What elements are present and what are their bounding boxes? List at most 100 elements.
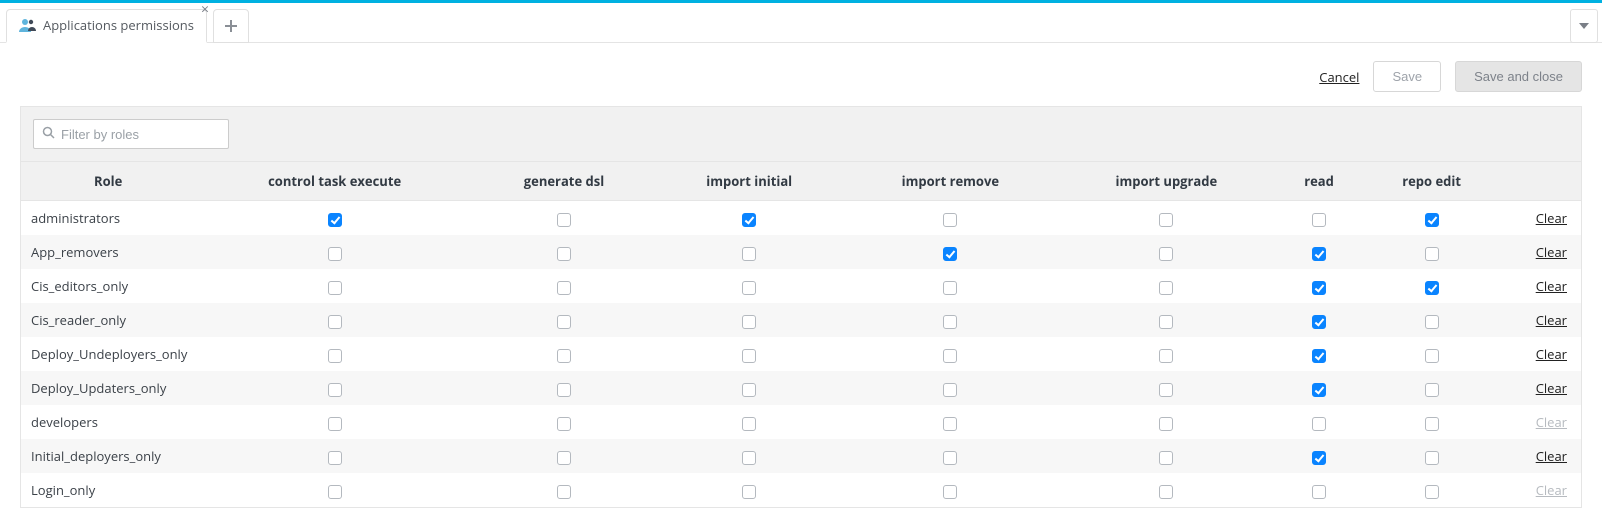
perm-checkbox[interactable]: [943, 485, 957, 499]
perm-checkbox[interactable]: [557, 383, 571, 397]
perm-cell: [1056, 371, 1276, 405]
perm-checkbox[interactable]: [943, 383, 957, 397]
clear-link[interactable]: Clear: [1536, 243, 1567, 261]
perm-checkbox[interactable]: [557, 485, 571, 499]
perm-checkbox[interactable]: [742, 485, 756, 499]
perm-checkbox[interactable]: [557, 213, 571, 227]
perm-checkbox[interactable]: [1159, 349, 1173, 363]
clear-link[interactable]: Clear: [1536, 379, 1567, 397]
perm-checkbox[interactable]: [742, 281, 756, 295]
save-and-close-button[interactable]: Save and close: [1455, 61, 1582, 92]
save-button[interactable]: Save: [1373, 61, 1441, 92]
perm-checkbox[interactable]: [742, 417, 756, 431]
perm-checkbox[interactable]: [1425, 451, 1439, 465]
perm-checkbox[interactable]: [742, 315, 756, 329]
table-row: Cis_editors_onlyClear: [21, 269, 1582, 303]
perm-checkbox[interactable]: [1312, 485, 1326, 499]
close-icon[interactable]: ×: [198, 4, 212, 18]
perm-checkbox[interactable]: [328, 451, 342, 465]
perm-checkbox[interactable]: [943, 281, 957, 295]
perm-cell: [1276, 337, 1361, 371]
perm-cell: [474, 337, 654, 371]
perm-checkbox[interactable]: [1425, 213, 1439, 227]
perm-checkbox[interactable]: [557, 417, 571, 431]
perm-checkbox[interactable]: [328, 349, 342, 363]
perm-checkbox[interactable]: [943, 247, 957, 261]
perm-checkbox[interactable]: [557, 281, 571, 295]
perm-cell: [844, 473, 1056, 508]
tabs-overflow-button[interactable]: [1570, 9, 1598, 43]
perm-checkbox[interactable]: [1159, 383, 1173, 397]
perm-checkbox[interactable]: [1425, 417, 1439, 431]
perm-checkbox[interactable]: [742, 247, 756, 261]
perm-cell: [474, 405, 654, 439]
perm-checkbox[interactable]: [1312, 281, 1326, 295]
perm-checkbox[interactable]: [1425, 281, 1439, 295]
perm-cell: [1276, 405, 1361, 439]
clear-link[interactable]: Clear: [1536, 209, 1567, 227]
clear-cell: Clear: [1502, 269, 1582, 303]
perm-checkbox[interactable]: [1312, 451, 1326, 465]
perm-checkbox[interactable]: [1159, 315, 1173, 329]
perm-checkbox[interactable]: [1159, 213, 1173, 227]
perm-checkbox[interactable]: [1312, 315, 1326, 329]
filter-roles-input[interactable]: [61, 127, 220, 142]
perm-checkbox[interactable]: [1159, 281, 1173, 295]
perm-checkbox[interactable]: [943, 349, 957, 363]
search-wrap: [33, 119, 229, 149]
perm-cell: [844, 269, 1056, 303]
perm-checkbox[interactable]: [1425, 383, 1439, 397]
perm-checkbox[interactable]: [742, 213, 756, 227]
clear-link[interactable]: Clear: [1536, 277, 1567, 295]
perm-checkbox[interactable]: [328, 315, 342, 329]
clear-link[interactable]: Clear: [1536, 447, 1567, 465]
perm-checkbox[interactable]: [1312, 213, 1326, 227]
perm-cell: [1276, 269, 1361, 303]
perm-checkbox[interactable]: [557, 247, 571, 261]
perm-checkbox[interactable]: [943, 417, 957, 431]
perm-checkbox[interactable]: [557, 349, 571, 363]
perm-checkbox[interactable]: [328, 485, 342, 499]
clear-cell: Clear: [1502, 235, 1582, 269]
perm-checkbox[interactable]: [742, 383, 756, 397]
perm-checkbox[interactable]: [557, 315, 571, 329]
perm-checkbox[interactable]: [328, 213, 342, 227]
tab-applications-permissions[interactable]: Applications permissions ×: [6, 9, 207, 43]
perm-cell: [844, 235, 1056, 269]
perm-checkbox[interactable]: [943, 315, 957, 329]
perm-checkbox[interactable]: [328, 281, 342, 295]
perm-checkbox[interactable]: [1159, 485, 1173, 499]
perm-checkbox[interactable]: [1425, 485, 1439, 499]
clear-link[interactable]: Clear: [1536, 311, 1567, 329]
perm-checkbox[interactable]: [1425, 247, 1439, 261]
perm-checkbox[interactable]: [943, 213, 957, 227]
perm-checkbox[interactable]: [742, 451, 756, 465]
perm-checkbox[interactable]: [1159, 417, 1173, 431]
perm-checkbox[interactable]: [1159, 247, 1173, 261]
clear-link[interactable]: Clear: [1536, 345, 1567, 363]
perm-cell: [844, 371, 1056, 405]
perm-cell: [474, 439, 654, 473]
perm-checkbox[interactable]: [1425, 349, 1439, 363]
perm-checkbox[interactable]: [1312, 383, 1326, 397]
perm-cell: [1276, 235, 1361, 269]
table-row: Cis_reader_onlyClear: [21, 303, 1582, 337]
perm-cell: [474, 371, 654, 405]
perm-checkbox[interactable]: [1312, 349, 1326, 363]
clear-cell: Clear: [1502, 473, 1582, 508]
perm-checkbox[interactable]: [943, 451, 957, 465]
cancel-link[interactable]: Cancel: [1319, 68, 1359, 86]
perm-checkbox[interactable]: [1159, 451, 1173, 465]
perm-checkbox[interactable]: [328, 247, 342, 261]
perm-cell: [1362, 371, 1502, 405]
perm-checkbox[interactable]: [557, 451, 571, 465]
perm-checkbox[interactable]: [742, 349, 756, 363]
add-tab-button[interactable]: [213, 9, 249, 43]
role-name: Deploy_Undeployers_only: [21, 337, 196, 371]
perm-checkbox[interactable]: [328, 417, 342, 431]
perm-checkbox[interactable]: [1425, 315, 1439, 329]
table-row: Deploy_Undeployers_only Clear: [21, 337, 1582, 371]
perm-checkbox[interactable]: [1312, 247, 1326, 261]
perm-checkbox[interactable]: [328, 383, 342, 397]
perm-checkbox[interactable]: [1312, 417, 1326, 431]
